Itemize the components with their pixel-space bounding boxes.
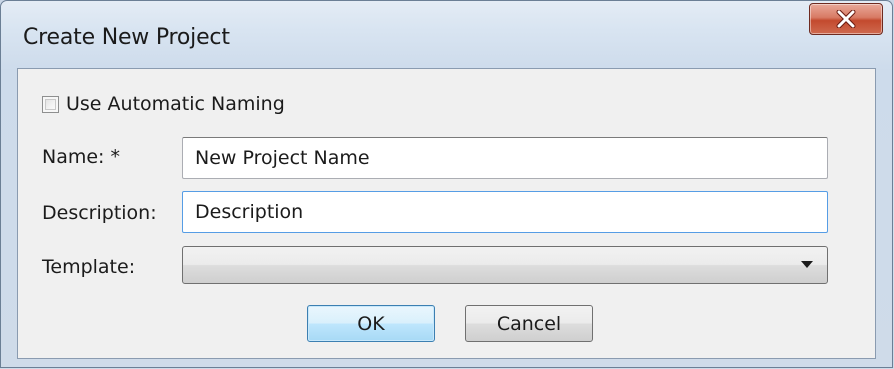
auto-naming-option[interactable]: Use Automatic Naming xyxy=(42,93,285,115)
name-label: Name: * xyxy=(42,146,120,168)
description-input[interactable] xyxy=(182,191,828,233)
chevron-down-icon xyxy=(801,261,813,268)
close-x-icon xyxy=(836,10,856,28)
ok-button[interactable]: OK xyxy=(307,305,435,342)
auto-naming-label[interactable]: Use Automatic Naming xyxy=(66,93,285,115)
close-button[interactable] xyxy=(809,3,883,35)
dialog-body: Use Automatic Naming Name: * Description… xyxy=(17,68,876,359)
dialog-window: Create New Project Use Automatic Naming … xyxy=(0,0,893,368)
auto-naming-checkbox[interactable] xyxy=(42,95,59,113)
template-label: Template: xyxy=(42,256,136,278)
template-dropdown[interactable] xyxy=(182,246,828,284)
cancel-button[interactable]: Cancel xyxy=(465,305,593,342)
dialog-title: Create New Project xyxy=(23,25,230,50)
name-input[interactable] xyxy=(182,137,828,179)
description-label: Description: xyxy=(42,202,157,224)
